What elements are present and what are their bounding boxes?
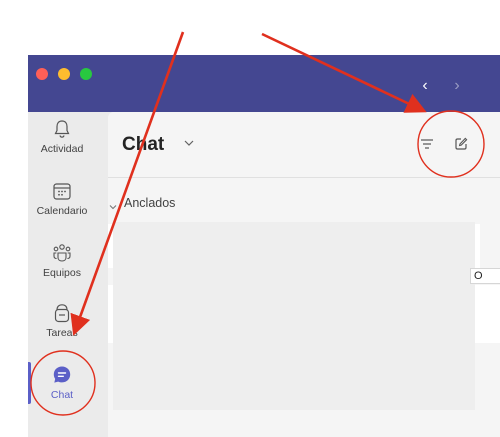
chevron-left-icon[interactable]: ‹: [416, 77, 434, 95]
chat-icon: [53, 366, 71, 383]
title-bar: ‹ ›: [28, 55, 500, 112]
pinned-section-label[interactable]: Anclados: [124, 196, 175, 210]
sidebar-item-label: Actividad: [40, 143, 84, 155]
minimize-window-button[interactable]: [58, 68, 70, 80]
chevron-down-icon[interactable]: [108, 202, 118, 212]
screenshot: ‹ › Actividad Calendario Equipos Tareas …: [0, 0, 500, 437]
truncated-text: O: [470, 268, 500, 284]
new-chat-icon[interactable]: [453, 136, 469, 152]
chevron-right-icon[interactable]: ›: [448, 77, 466, 95]
page-title[interactable]: Chat: [122, 134, 164, 156]
teams-window: ‹ › Actividad Calendario Equipos Tareas …: [28, 55, 500, 437]
sidebar-item-chat[interactable]: Chat: [28, 364, 96, 424]
sidebar-item-label: Chat: [50, 389, 74, 401]
calendar-icon: [53, 183, 71, 200]
sidebar-item-label: Tareas: [46, 327, 78, 339]
zoom-window-button[interactable]: [80, 68, 92, 80]
chat-panel: Chat Anclados ›: [108, 112, 500, 437]
chat-header: Chat: [108, 112, 500, 178]
loading-placeholder: [113, 222, 475, 410]
app-bar: Actividad Calendario Equipos Tareas Chat: [28, 112, 96, 437]
sidebar-item-actividad[interactable]: Actividad: [28, 118, 96, 178]
sidebar-item-equipos[interactable]: Equipos: [28, 242, 96, 302]
chevron-down-icon[interactable]: [182, 136, 196, 150]
sidebar-item-calendario[interactable]: Calendario: [28, 180, 96, 240]
tasks-icon: [54, 304, 70, 323]
close-window-button[interactable]: [36, 68, 48, 80]
sidebar-item-tareas[interactable]: Tareas: [28, 302, 96, 362]
sidebar-item-label: Equipos: [43, 267, 81, 279]
sidebar-item-label: Calendario: [36, 205, 88, 217]
filter-icon[interactable]: [419, 136, 435, 152]
bell-icon: [54, 120, 70, 138]
teams-icon: [53, 244, 71, 262]
